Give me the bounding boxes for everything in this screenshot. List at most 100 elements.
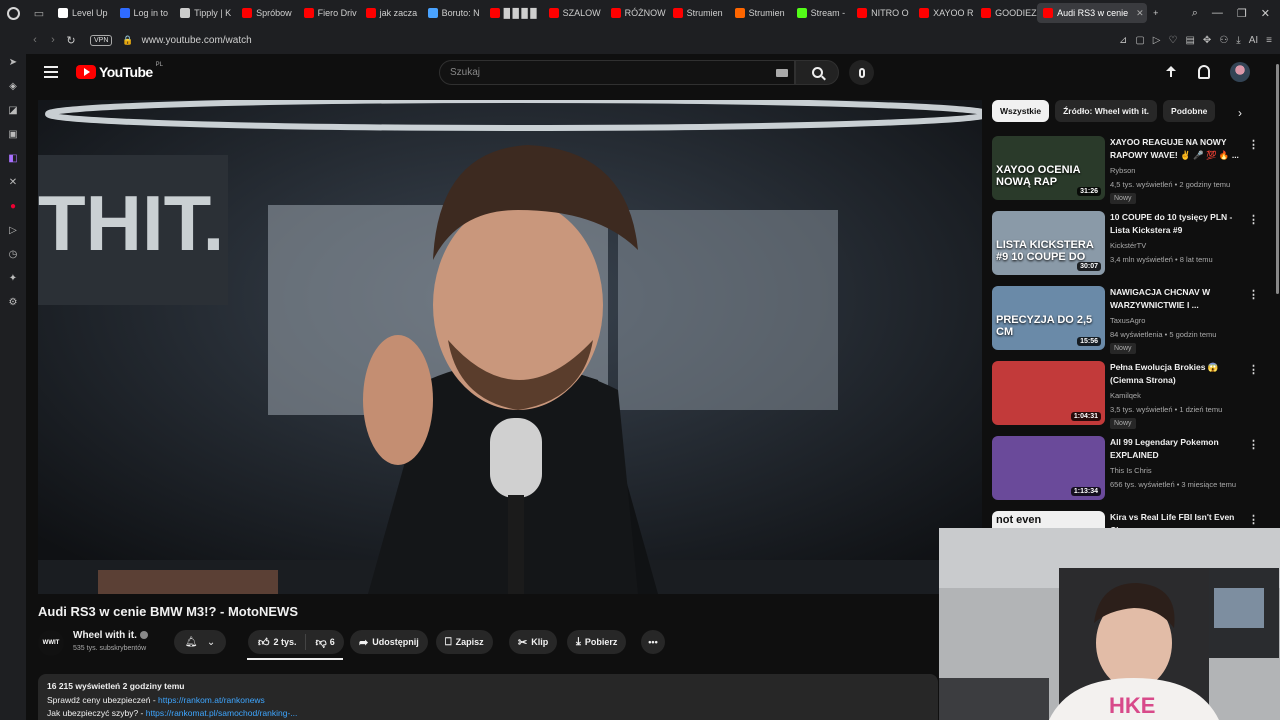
back-icon[interactable]: ‹ bbox=[26, 34, 44, 46]
voice-search-button[interactable] bbox=[849, 60, 874, 85]
recommendation-channel[interactable]: This Is Chris bbox=[1110, 466, 1152, 475]
lock-icon[interactable]: 🔒 bbox=[122, 35, 133, 46]
recommendation-channel[interactable]: Kamilqek bbox=[1110, 391, 1141, 400]
vpn-badge[interactable]: VPN bbox=[90, 34, 113, 46]
recommendation-item[interactable]: not even Kira vs Real Life FBI Isn't Even… bbox=[992, 511, 1267, 528]
browser-tab[interactable]: Fiero Driv bbox=[298, 3, 360, 23]
chevron-right-icon[interactable]: › bbox=[1238, 106, 1242, 120]
browser-tab[interactable]: Stream - bbox=[791, 3, 852, 23]
more-actions-button[interactable]: ••• bbox=[641, 630, 665, 654]
send-icon[interactable]: ➤ bbox=[6, 56, 20, 70]
hamburger-menu-icon[interactable] bbox=[44, 66, 58, 78]
channel-avatar[interactable]: WWIT bbox=[38, 630, 64, 656]
recommendation-item[interactable]: 1:13:34 All 99 Legendary Pokemon EXPLAINE… bbox=[992, 436, 1267, 511]
scrollbar[interactable] bbox=[1274, 54, 1280, 304]
create-upload-icon[interactable] bbox=[1164, 65, 1178, 79]
video-popout-icon[interactable]: ▷ bbox=[1153, 35, 1161, 46]
recommendation-item[interactable]: LISTA KICKSTERA #9 10 COUPE DO 30:07 10 CO… bbox=[992, 211, 1267, 286]
more-options-icon[interactable]: ⋮ bbox=[1248, 288, 1259, 301]
save-button[interactable]: ⎕ Zapisz bbox=[436, 630, 493, 654]
recommendation-item[interactable]: 1:04:31 Pełna Ewolucja Brokies 😱 (Ciemna … bbox=[992, 361, 1267, 436]
browser-tab[interactable]: █ █ █ █ bbox=[484, 3, 543, 23]
history-icon[interactable]: ◷ bbox=[6, 248, 20, 262]
reload-icon[interactable]: ↻ bbox=[62, 34, 80, 47]
like-button[interactable]: 👍︎ 2 tys. bbox=[248, 634, 306, 650]
tab-islands-icon[interactable]: ▭ bbox=[26, 0, 52, 26]
filter-chip[interactable]: Podobne bbox=[1163, 100, 1216, 122]
minimize-icon[interactable]: — bbox=[1212, 7, 1223, 19]
aria-icon[interactable]: ◪ bbox=[6, 104, 20, 118]
browser-tab[interactable]: Level Up bbox=[52, 3, 114, 23]
clip-button[interactable]: ✂ Klip bbox=[509, 630, 558, 654]
filter-chip[interactable]: Źródło: Wheel with it. bbox=[1055, 100, 1158, 122]
recommendation-channel[interactable]: Rybson bbox=[1110, 166, 1135, 175]
search-button[interactable] bbox=[795, 60, 839, 85]
more-options-icon[interactable]: ⋮ bbox=[1248, 363, 1259, 376]
easy-setup-icon[interactable]: ≡ bbox=[1266, 35, 1272, 46]
messenger-icon[interactable]: ▣ bbox=[6, 128, 20, 142]
music-icon[interactable]: ● bbox=[6, 200, 20, 214]
account-icon[interactable]: ⚇ bbox=[1219, 35, 1228, 46]
more-options-icon[interactable]: ⋮ bbox=[1248, 438, 1259, 451]
download-button[interactable]: ⤓ Pobierz bbox=[567, 630, 627, 654]
snapshot-icon[interactable]: ▢ bbox=[1135, 35, 1144, 46]
browser-tab[interactable]: Strumien bbox=[729, 3, 791, 23]
browser-tab[interactable]: Strumien bbox=[667, 3, 729, 23]
browser-tab[interactable]: Log in to bbox=[114, 3, 175, 23]
browser-tab[interactable]: Audi RS3 w cenie ✕ bbox=[1037, 3, 1148, 23]
close-tab-icon[interactable]: ✕ bbox=[1136, 8, 1144, 19]
recommendation-thumbnail[interactable]: not even bbox=[992, 511, 1105, 528]
share-button[interactable]: ➦ Udostępnij bbox=[350, 630, 428, 654]
browser-tab[interactable]: GOODIEZ bbox=[975, 3, 1037, 23]
description-link-1[interactable]: https://rankom.at/rankonews bbox=[158, 695, 265, 705]
bag-icon[interactable]: ◈ bbox=[6, 80, 20, 94]
extensions-icon[interactable]: ✦ bbox=[6, 272, 20, 286]
youtube-logo[interactable]: YouTube PL bbox=[76, 62, 163, 80]
forward-icon[interactable]: › bbox=[44, 34, 62, 46]
browser-tab[interactable]: Tipply | K bbox=[174, 3, 236, 23]
video-player[interactable]: THIT. bbox=[38, 100, 982, 594]
maximize-icon[interactable]: ❐ bbox=[1237, 7, 1247, 20]
browser-tab[interactable]: jak zacza bbox=[360, 3, 422, 23]
more-options-icon[interactable]: ⋮ bbox=[1248, 138, 1259, 151]
notifications-bell-icon[interactable] bbox=[1198, 65, 1210, 79]
recommendation-thumbnail[interactable]: XAYOO OCENIA NOWĄ RAP 31:26 bbox=[992, 136, 1105, 200]
description-box[interactable]: 16 215 wyświetleń 2 godziny temu Sprawdź… bbox=[38, 674, 938, 720]
ai-button[interactable]: AI bbox=[1249, 35, 1258, 46]
filter-chip[interactable]: Wszystkie bbox=[992, 100, 1050, 122]
recommendation-channel[interactable]: KickstérTV bbox=[1110, 241, 1146, 250]
browser-tab[interactable]: Boruto: N bbox=[422, 3, 484, 23]
scrollbar-thumb[interactable] bbox=[1275, 64, 1279, 294]
recommendation-item[interactable]: XAYOO OCENIA NOWĄ RAP 31:26 XAYOO REAGUJE … bbox=[992, 136, 1267, 211]
pin-icon[interactable]: ⊿ bbox=[1119, 35, 1127, 46]
url-field[interactable]: www.youtube.com/watch bbox=[142, 35, 252, 46]
recommendation-channel[interactable]: TaxusAgro bbox=[1110, 316, 1145, 325]
channel-name[interactable]: Wheel with it. bbox=[73, 630, 148, 641]
browser-tab[interactable]: XAYOO R bbox=[913, 3, 975, 23]
channel-name-text[interactable]: Wheel with it. bbox=[73, 630, 137, 641]
more-options-icon[interactable]: ⋮ bbox=[1248, 513, 1259, 526]
description-link-2[interactable]: https://rankomat.pl/samochod/ranking-... bbox=[146, 708, 298, 718]
recommendation-thumbnail[interactable]: LISTA KICKSTERA #9 10 COUPE DO 30:07 bbox=[992, 211, 1105, 275]
recommendation-thumbnail[interactable]: 1:13:34 bbox=[992, 436, 1105, 500]
keyboard-icon[interactable] bbox=[776, 69, 788, 77]
more-options-icon[interactable]: ⋮ bbox=[1248, 213, 1259, 226]
wallet-icon[interactable]: ▤ bbox=[1185, 35, 1194, 46]
new-tab-button[interactable]: + bbox=[1147, 3, 1164, 23]
player-icon[interactable]: ▷ bbox=[6, 224, 20, 238]
browser-tab[interactable]: Spróbow bbox=[236, 3, 298, 23]
subscribed-notifications-button[interactable]: 🔔︎ ⌄ bbox=[174, 630, 226, 654]
download-icon[interactable]: ⤓ bbox=[1236, 35, 1240, 46]
twitch-icon[interactable]: ◧ bbox=[6, 152, 20, 166]
extensions-puzzle-icon[interactable]: ✥ bbox=[1203, 35, 1211, 46]
settings-icon[interactable]: ⚙ bbox=[6, 296, 20, 310]
x-twitter-icon[interactable]: ✕ bbox=[6, 176, 20, 190]
dislike-button[interactable]: 👎︎ 6 bbox=[310, 636, 335, 649]
avatar[interactable] bbox=[1230, 62, 1250, 82]
recommendation-item[interactable]: PRECYZJA DO 2,5 CM 15:56 NAWIGACJA CHCNAV … bbox=[992, 286, 1267, 361]
search-tabs-icon[interactable]: ⌕ bbox=[1192, 7, 1198, 20]
recommendation-thumbnail[interactable]: 1:04:31 bbox=[992, 361, 1105, 425]
recommendation-thumbnail[interactable]: PRECYZJA DO 2,5 CM 15:56 bbox=[992, 286, 1105, 350]
browser-tab[interactable]: SZALOW bbox=[543, 3, 605, 23]
opera-logo-icon[interactable] bbox=[0, 0, 26, 26]
